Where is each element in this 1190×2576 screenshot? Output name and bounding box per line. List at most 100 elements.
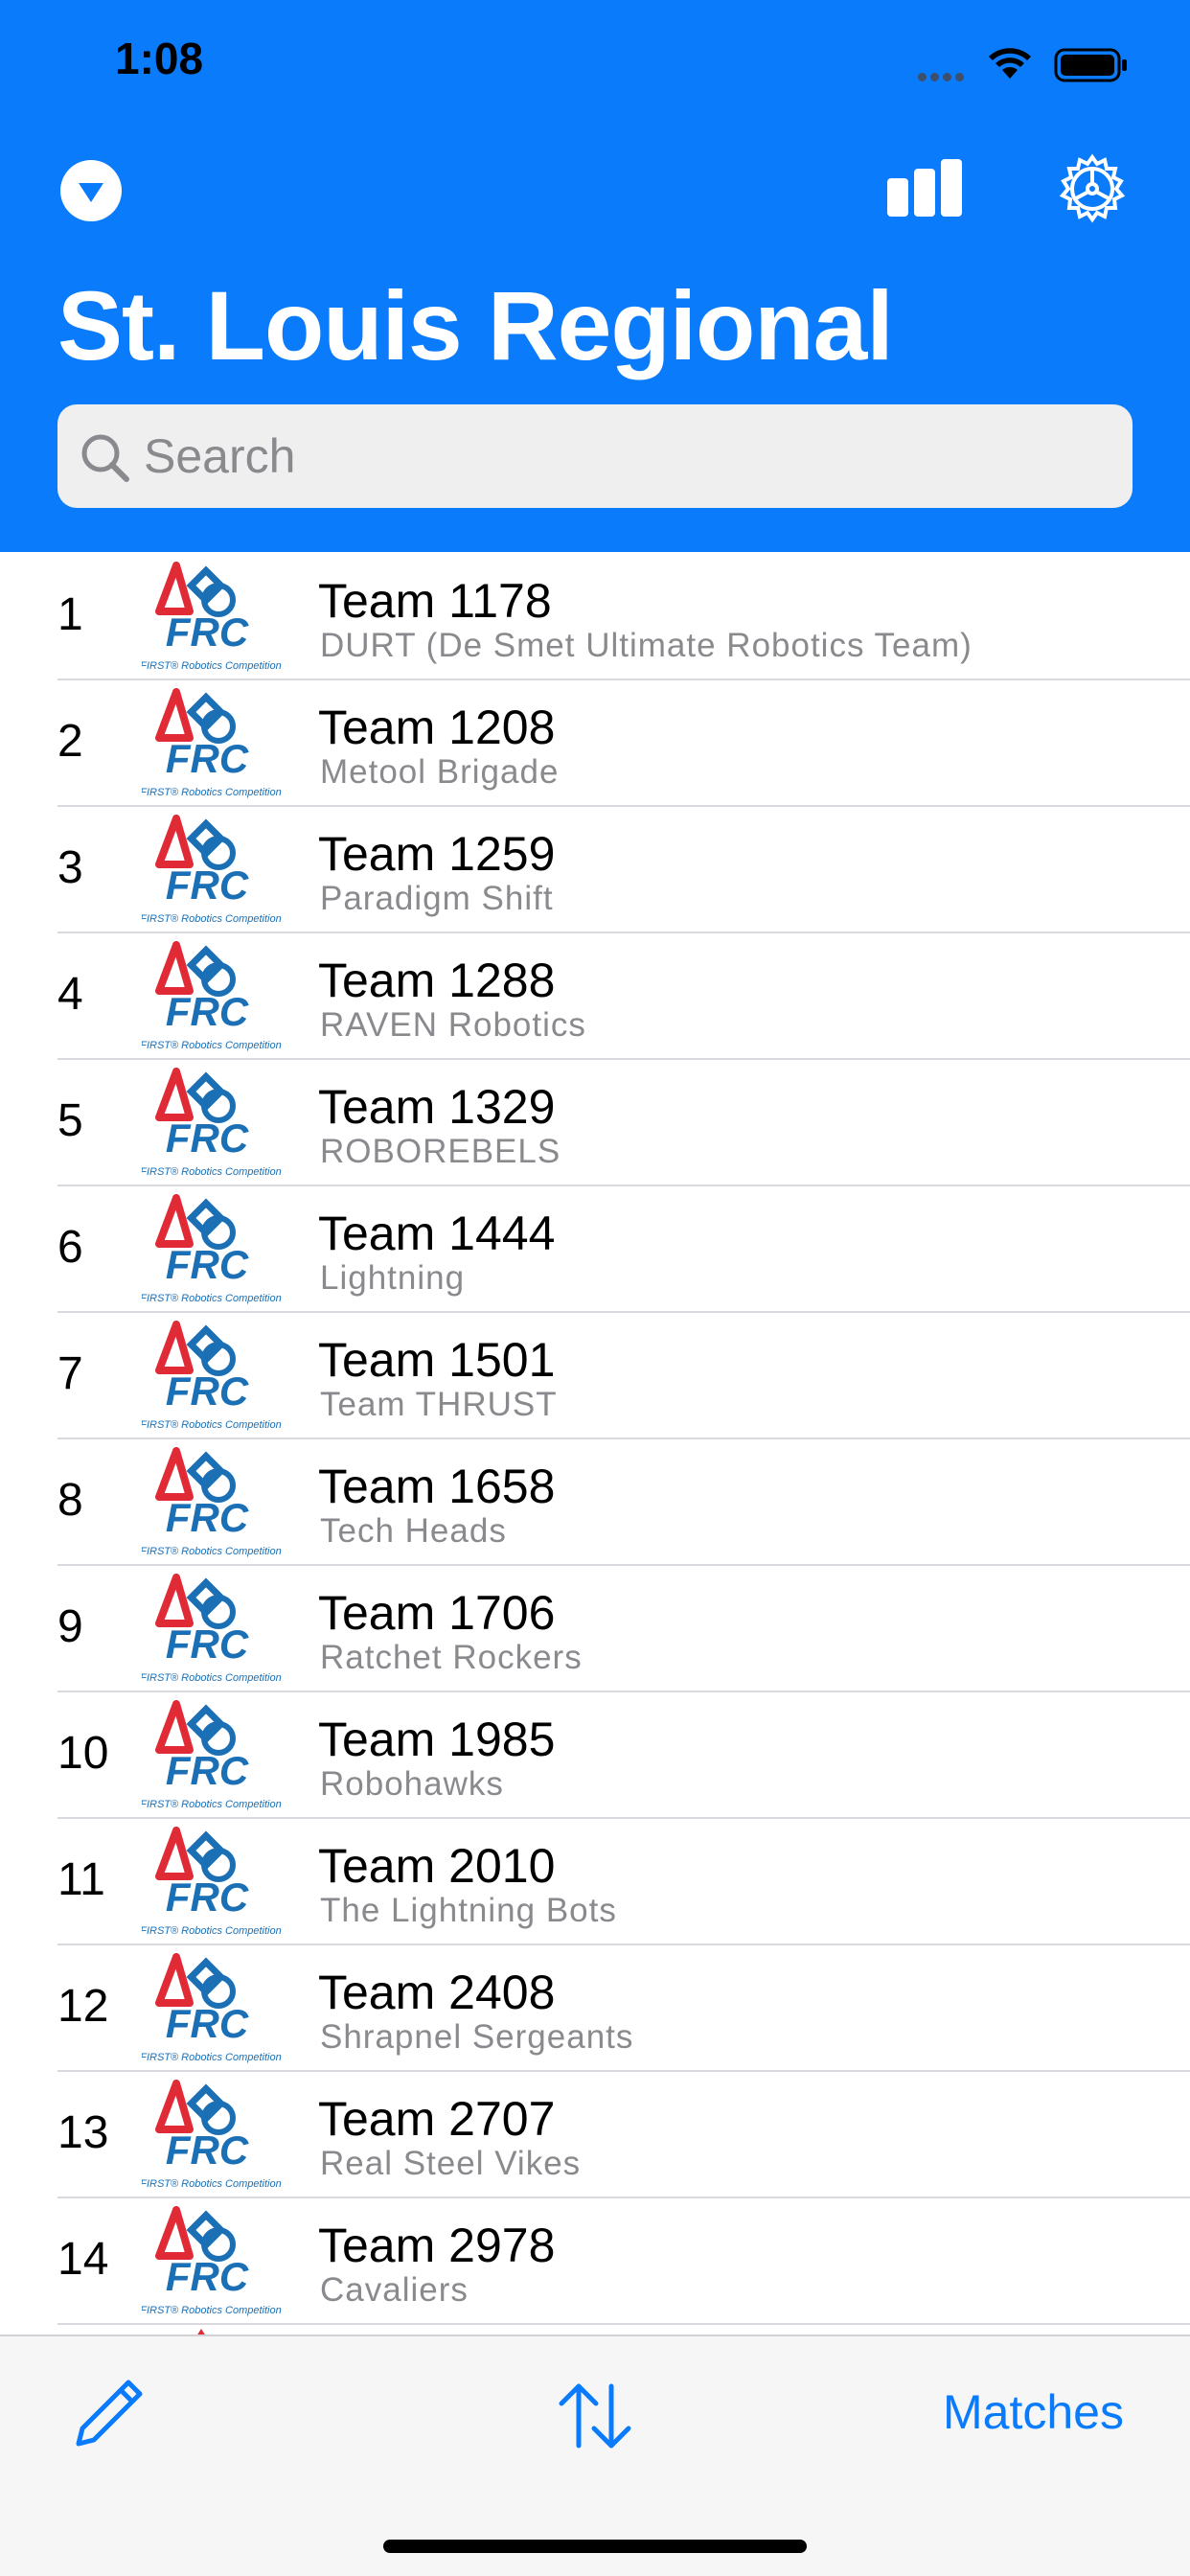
team-row[interactable]: 14 FRC FIRST® Robotics Competition Team … (0, 2198, 1190, 2325)
logo-text: FRC (166, 2001, 249, 2046)
logo-text: FRC (166, 989, 249, 1034)
battery-icon (1054, 48, 1127, 82)
logo-text: FRC (166, 1622, 249, 1667)
logo-text: FRC (166, 2128, 249, 2173)
team-rank: 10 (57, 1728, 109, 1779)
team-number: Team 1288 (318, 954, 556, 1007)
logo-text: FRC (166, 1874, 249, 1920)
frc-logo-icon: FRC FIRST® Robotics Competition (142, 2080, 282, 2190)
team-nickname: Tech Heads (320, 1512, 507, 1550)
team-number: Team 2010 (318, 1839, 556, 1893)
team-rank: 6 (57, 1222, 83, 1273)
team-number: Team 1444 (318, 1207, 556, 1260)
logo-caption: FIRST® Robotics Competition (142, 1293, 282, 1304)
frc-logo-icon: FRC FIRST® Robotics Competition (142, 562, 282, 672)
team-row[interactable]: 6 FRC FIRST® Robotics Competition Team 1… (0, 1186, 1190, 1313)
team-list: 1 FRC FIRST® Robotics Competition Team 1… (0, 554, 1190, 2334)
team-number: Team 2707 (318, 2092, 556, 2146)
wifi-icon (989, 48, 1031, 79)
team-rank: 13 (57, 2107, 109, 2158)
logo-text: FRC (166, 1368, 249, 1414)
frc-logo-icon: FRC FIRST® Robotics Competition (142, 815, 282, 925)
logo-text: FRC (166, 736, 249, 781)
search-bar[interactable] (57, 404, 1133, 508)
team-nickname: Real Steel Vikes (320, 2145, 582, 2182)
team-row[interactable]: 11 FRC FIRST® Robotics Competition Team … (0, 1819, 1190, 1945)
team-rank: 8 (57, 1475, 83, 1526)
frc-logo-icon: FRC FIRST® Robotics Competition (142, 2206, 282, 2316)
frc-logo-icon: FRC FIRST® Robotics Competition (142, 1574, 282, 1684)
frc-logo-icon: FRC FIRST® Robotics Competition (142, 1447, 282, 1557)
team-number: Team 1501 (318, 1333, 556, 1387)
logo-caption: FIRST® Robotics Competition (142, 2178, 282, 2190)
logo-caption: FIRST® Robotics Competition (142, 1166, 282, 1178)
gear-icon[interactable] (1056, 153, 1129, 226)
bottom-toolbar: Matches (0, 2334, 1190, 2576)
header-bar: 1:08 St. Louis Regional (0, 0, 1190, 552)
team-rank: 9 (57, 1601, 83, 1652)
team-nickname: ROBOREBELS (320, 1133, 561, 1170)
team-row[interactable]: 12 FRC FIRST® Robotics Competition Team … (0, 1945, 1190, 2072)
frc-logo-icon: FRC FIRST® Robotics Competition (142, 1953, 282, 2063)
sort-arrows-icon[interactable] (554, 2379, 636, 2451)
frc-logo-icon: FRC FIRST® Robotics Competition (142, 1827, 282, 1937)
search-input[interactable] (144, 404, 1102, 508)
page-title: St. Louis Regional (57, 271, 894, 380)
team-rank: 2 (57, 716, 83, 767)
team-number: Team 1208 (318, 701, 556, 754)
logo-text: FRC (166, 1116, 249, 1161)
team-row[interactable]: 9 FRC FIRST® Robotics Competition Team 1… (0, 1566, 1190, 1692)
team-rank: 1 (57, 589, 83, 640)
signal-dots-icon (918, 69, 968, 86)
team-row[interactable]: 7 FRC FIRST® Robotics Competition Team 1… (0, 1313, 1190, 1439)
frc-logo-icon: FRC FIRST® Robotics Competition (142, 1194, 282, 1304)
status-time: 1:08 (115, 34, 204, 83)
pencil-icon[interactable] (71, 2375, 148, 2451)
team-number: Team 1706 (318, 1586, 556, 1640)
team-nickname: RAVEN Robotics (320, 1006, 586, 1044)
team-row-partial (0, 2325, 1190, 2334)
team-nickname: Shrapnel Sergeants (320, 2018, 634, 2056)
search-icon (81, 434, 129, 482)
team-nickname: DURT (De Smet Ultimate Robotics Team) (320, 627, 973, 664)
team-row[interactable]: 2 FRC FIRST® Robotics Competition Team 1… (0, 680, 1190, 807)
team-rank: 11 (57, 1854, 105, 1905)
logo-text: FRC (166, 2254, 249, 2299)
team-row[interactable]: 8 FRC FIRST® Robotics Competition Team 1… (0, 1439, 1190, 1566)
team-rank: 12 (57, 1981, 109, 2032)
logo-caption: FIRST® Robotics Competition (142, 2305, 282, 2316)
team-row[interactable]: 4 FRC FIRST® Robotics Competition Team 1… (0, 933, 1190, 1060)
team-nickname: Metool Brigade (320, 753, 560, 791)
team-row[interactable]: 10 FRC FIRST® Robotics Competition Team … (0, 1692, 1190, 1819)
logo-caption: FIRST® Robotics Competition (142, 1040, 282, 1051)
logo-caption: FIRST® Robotics Competition (142, 660, 282, 672)
bar-chart-icon[interactable] (883, 157, 966, 218)
team-nickname: Lightning (320, 1259, 466, 1297)
team-nickname: Ratchet Rockers (320, 1639, 583, 1676)
team-nickname: Team THRUST (320, 1386, 558, 1423)
logo-caption: FIRST® Robotics Competition (142, 913, 282, 925)
team-number: Team 1259 (318, 827, 556, 881)
team-nickname: Cavaliers (320, 2271, 469, 2309)
team-rank: 4 (57, 969, 83, 1020)
logo-caption: FIRST® Robotics Competition (142, 1799, 282, 1810)
team-row[interactable]: 5 FRC FIRST® Robotics Competition Team 1… (0, 1060, 1190, 1186)
chevron-down-circle-icon[interactable] (59, 159, 123, 222)
team-row[interactable]: 1 FRC FIRST® Robotics Competition Team 1… (0, 554, 1190, 680)
team-nickname: The Lightning Bots (320, 1892, 617, 1929)
home-indicator[interactable] (383, 2540, 807, 2553)
matches-button[interactable]: Matches (943, 2384, 1124, 2440)
team-number: Team 2408 (318, 1966, 556, 2019)
frc-logo-icon: FRC FIRST® Robotics Competition (142, 941, 282, 1051)
logo-text: FRC (166, 1495, 249, 1540)
team-rank: 14 (57, 2234, 109, 2285)
team-row[interactable]: 3 FRC FIRST® Robotics Competition Team 1… (0, 807, 1190, 933)
logo-text: FRC (166, 1242, 249, 1287)
team-row[interactable]: 13 FRC FIRST® Robotics Competition Team … (0, 2072, 1190, 2198)
frc-logo-icon: FRC FIRST® Robotics Competition (142, 1321, 282, 1431)
team-nickname: Robohawks (320, 1765, 504, 1803)
frc-logo-icon: FRC FIRST® Robotics Competition (142, 1700, 282, 1810)
logo-caption: FIRST® Robotics Competition (142, 1419, 282, 1431)
logo-caption: FIRST® Robotics Competition (142, 1925, 282, 1937)
team-rank: 3 (57, 842, 83, 893)
